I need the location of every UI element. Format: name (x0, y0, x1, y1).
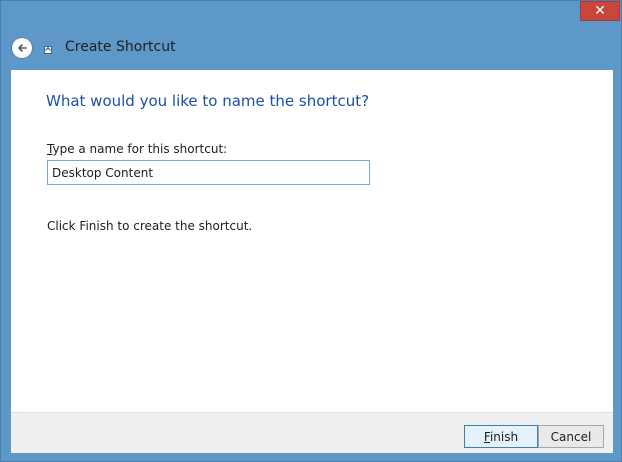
window-title: Create Shortcut (65, 39, 176, 55)
back-button[interactable] (12, 38, 32, 58)
cancel-button[interactable]: Cancel (538, 425, 604, 448)
shortcut-name-label-text: ype a name for this shortcut: (52, 142, 228, 156)
close-button[interactable]: ✕ (580, 1, 620, 21)
page-question: What would you like to name the shortcut… (46, 92, 370, 110)
create-shortcut-window: ✕ Create Shortcut What would you like to… (0, 0, 622, 462)
close-icon: ✕ (594, 3, 606, 19)
back-arrow-icon (18, 44, 27, 52)
finish-label-rest: inish (489, 429, 519, 444)
wizard-header: Create Shortcut (1, 29, 621, 67)
wizard-footer: Finish Cancel (11, 412, 613, 453)
shortcut-icon (44, 46, 52, 54)
finish-button[interactable]: Finish (464, 425, 538, 448)
shortcut-name-input[interactable] (47, 160, 370, 185)
shortcut-name-label: Type a name for this shortcut: (47, 142, 227, 156)
cancel-button-label: Cancel (550, 429, 592, 444)
finish-button-label: Finish (484, 430, 518, 444)
finish-hint: Click Finish to create the shortcut. (47, 219, 253, 233)
wizard-content: What would you like to name the shortcut… (11, 70, 613, 412)
